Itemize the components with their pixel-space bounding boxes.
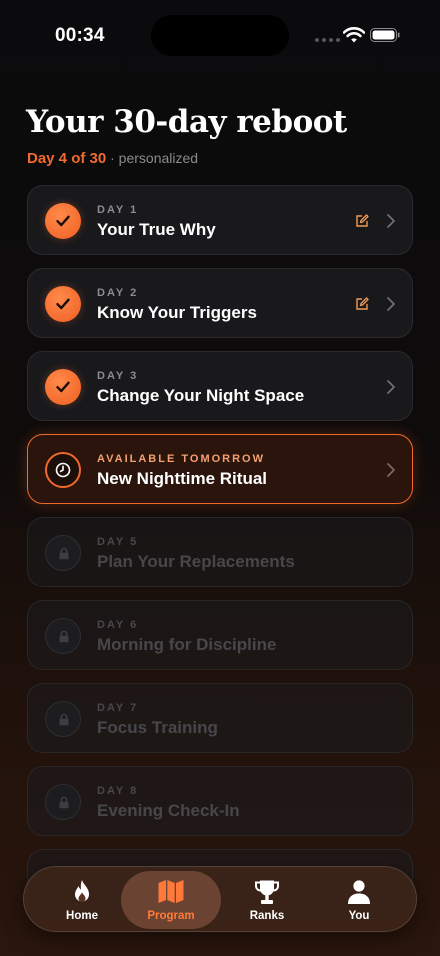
chevron-right-icon: [387, 463, 395, 477]
progress-day: Day 4 of 30: [27, 150, 107, 167]
day-title: Plan Your Replacements: [97, 552, 295, 571]
availability-label: AVAILABLE TOMORROW: [97, 453, 265, 465]
day-card-4[interactable]: AVAILABLE TOMORROW New Nighttime Ritual: [27, 434, 413, 504]
note-edit-icon[interactable]: [355, 297, 369, 311]
tab-home-label: Home: [66, 910, 98, 922]
day-label: DAY 8: [97, 785, 139, 797]
tab-you[interactable]: You: [309, 871, 409, 929]
checkmark-icon: [45, 203, 81, 239]
tab-program[interactable]: Program: [121, 871, 221, 929]
day-card-8: DAY 8 Evening Check-In: [27, 766, 413, 836]
day-label: DAY 1: [97, 204, 139, 216]
note-edit-icon[interactable]: [355, 214, 369, 228]
lock-icon: [45, 701, 81, 737]
day-label: DAY 7: [97, 702, 139, 714]
day-list: DAY 1 Your True Why DAY 2 Know Your Trig…: [27, 185, 413, 932]
tab-ranks[interactable]: Ranks: [217, 871, 317, 929]
day-title: Change Your Night Space: [97, 386, 305, 405]
day-label: DAY 6: [97, 619, 139, 631]
person-icon: [348, 880, 370, 904]
lock-icon: [45, 618, 81, 654]
tab-program-label: Program: [147, 910, 195, 922]
day-card-3[interactable]: DAY 3 Change Your Night Space: [27, 351, 413, 421]
lock-icon: [45, 535, 81, 571]
day-card-2[interactable]: DAY 2 Know Your Triggers: [27, 268, 413, 338]
personalized-tag: personalized: [118, 150, 199, 166]
chevron-right-icon: [387, 380, 395, 394]
cellular-signal-icon: [315, 38, 340, 42]
battery-icon: [370, 28, 400, 42]
day-title: Evening Check-In: [97, 801, 240, 820]
status-time: 00:34: [55, 25, 105, 46]
wifi-icon: [343, 27, 365, 43]
day-title: New Nighttime Ritual: [97, 469, 268, 488]
flame-icon: [75, 880, 89, 902]
checkmark-icon: [45, 286, 81, 322]
page-title: Your 30-day reboot: [26, 104, 347, 140]
chevron-right-icon: [387, 297, 395, 311]
day-card-6: DAY 6 Morning for Discipline: [27, 600, 413, 670]
day-title: Know Your Triggers: [97, 303, 257, 322]
map-icon: [158, 880, 184, 903]
day-label: DAY 5: [97, 536, 139, 548]
day-title: Your True Why: [97, 220, 216, 239]
day-title: Morning for Discipline: [97, 635, 277, 654]
checkmark-icon: [45, 369, 81, 405]
day-label: DAY 2: [97, 287, 139, 299]
day-card-7: DAY 7 Focus Training: [27, 683, 413, 753]
program-progress: Day 4 of 30 · personalized: [27, 150, 198, 167]
chevron-right-icon: [387, 214, 395, 228]
progress-separator: ·: [110, 150, 115, 166]
day-title: Focus Training: [97, 718, 218, 737]
tab-ranks-label: Ranks: [249, 910, 285, 922]
lock-icon: [45, 784, 81, 820]
tab-bar: Home Program Ranks You: [23, 866, 417, 932]
trophy-icon: [255, 880, 279, 904]
day-card-5: DAY 5 Plan Your Replacements: [27, 517, 413, 587]
dynamic-island: [151, 15, 289, 56]
day-label: DAY 3: [97, 370, 139, 382]
tab-home[interactable]: Home: [32, 871, 132, 929]
tab-you-label: You: [348, 910, 370, 922]
status-bar: 00:34: [0, 0, 440, 70]
clock-icon: [45, 452, 81, 488]
day-card-1[interactable]: DAY 1 Your True Why: [27, 185, 413, 255]
